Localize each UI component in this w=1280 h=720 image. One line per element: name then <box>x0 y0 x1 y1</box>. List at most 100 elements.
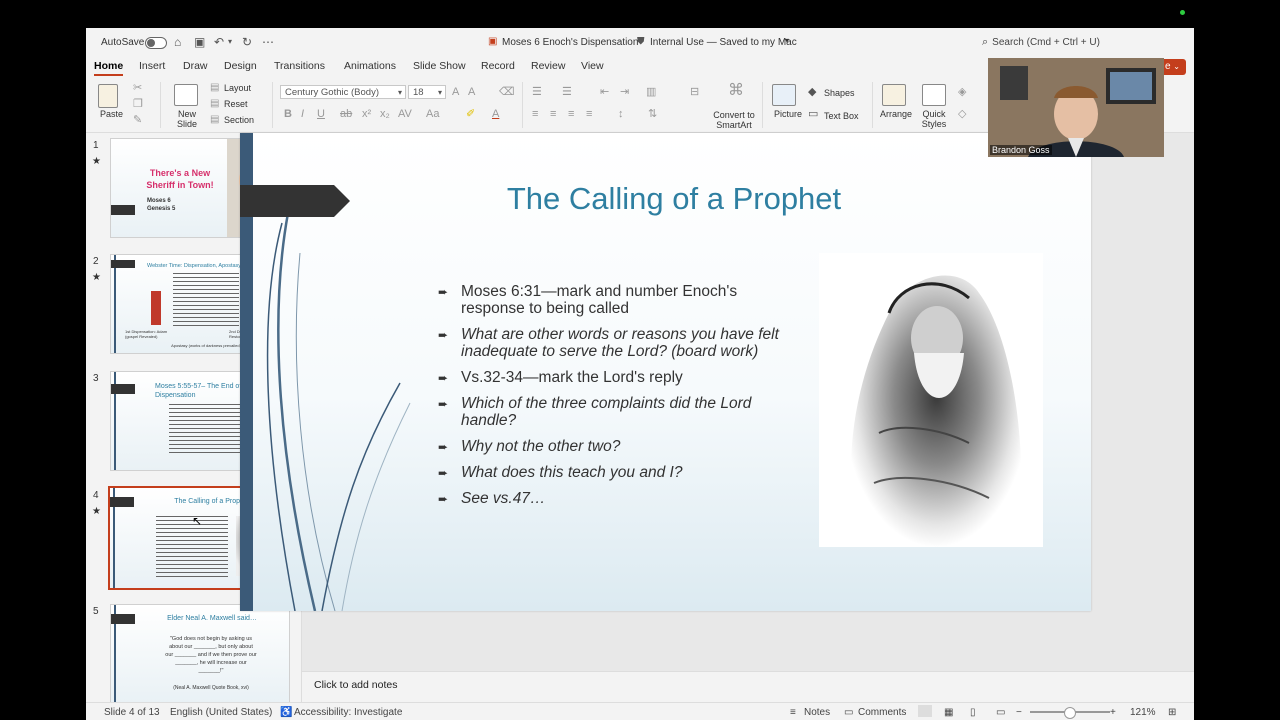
underline-icon[interactable]: U <box>317 108 325 120</box>
superscript-icon[interactable]: x² <box>362 108 371 120</box>
thumbnail-quote-source: (Neal A. Maxwell Quote Book, xvi) <box>173 685 249 691</box>
arrow-bullet-icon: ➨ <box>438 371 449 385</box>
autosave-toggle[interactable] <box>145 37 167 49</box>
convert-smartart-label[interactable]: Convert to SmartArt <box>712 110 756 130</box>
tab-review[interactable]: Review <box>531 60 565 72</box>
align-center-icon[interactable]: ≡ <box>550 108 556 120</box>
notes-button[interactable]: Notes <box>804 707 830 718</box>
chevron-down-icon[interactable]: ▾ <box>785 36 789 45</box>
copy-icon[interactable]: ❐ <box>133 98 143 110</box>
increase-indent-icon[interactable]: ⇥ <box>620 86 629 98</box>
language-status[interactable]: English (United States) <box>170 707 272 718</box>
search-input[interactable]: ⌕ Search (Cmd + Ctrl + U) <box>982 34 1182 50</box>
tab-insert[interactable]: Insert <box>139 60 165 72</box>
shape-fill-icon[interactable]: ◈ <box>958 86 966 98</box>
picture-icon[interactable] <box>772 84 796 106</box>
home-icon[interactable]: ⌂ <box>174 35 181 49</box>
zoom-slider-thumb[interactable] <box>1064 707 1076 719</box>
slide-bullet-list[interactable]: ➨ Moses 6:31—mark and number Enoch's resp… <box>438 283 788 516</box>
change-case-icon[interactable]: Aa <box>426 108 439 120</box>
comments-button[interactable]: Comments <box>858 707 906 718</box>
align-text-icon[interactable]: ⊟ <box>690 86 699 98</box>
reading-view-icon[interactable]: ▯ <box>970 707 976 718</box>
italic-icon[interactable]: I <box>301 108 304 120</box>
line-spacing-icon[interactable]: ↕ <box>618 108 624 120</box>
highlight-icon[interactable]: ✐ <box>466 108 475 120</box>
section-button[interactable]: Section <box>224 115 254 125</box>
zoom-level[interactable]: 121% <box>1130 707 1156 718</box>
decrease-font-icon[interactable]: A <box>468 86 475 98</box>
save-icon[interactable]: ▣ <box>194 35 205 49</box>
numbering-icon[interactable]: ☰ <box>562 86 572 98</box>
new-slide-icon[interactable] <box>174 84 198 106</box>
comments-icon: ▭ <box>844 707 854 718</box>
picture-label: Picture <box>774 109 803 119</box>
tab-animations[interactable]: Animations <box>344 60 396 72</box>
reset-button[interactable]: Reset <box>224 99 248 109</box>
font-name-select[interactable]: Century Gothic (Body) <box>280 85 406 100</box>
tab-record[interactable]: Record <box>481 60 515 72</box>
bullet-text: Which of the three complaints did the Lo… <box>461 395 752 429</box>
slide-thumbnail-5[interactable]: Elder Neal A. Maxwell said… "God does no… <box>110 604 290 703</box>
increase-font-icon[interactable]: A <box>452 86 459 98</box>
tab-draw[interactable]: Draw <box>183 60 208 72</box>
zoom-out-icon[interactable]: − <box>1016 707 1022 718</box>
shapes-button[interactable]: Shapes <box>824 88 855 98</box>
clear-format-icon[interactable]: ⌫ <box>499 86 515 98</box>
slideshow-icon[interactable]: ▭ <box>996 707 1005 718</box>
zoom-in-icon[interactable]: + <box>1110 707 1116 718</box>
divider <box>872 82 873 128</box>
bullet-item: ➨ Vs.32-34—mark the Lord's reply <box>438 369 788 386</box>
shape-outline-icon[interactable]: ◇ <box>958 108 966 120</box>
font-color-icon[interactable]: A <box>492 108 499 120</box>
slide-canvas[interactable]: The Calling of a Prophet ➨ Moses 6:31—mar… <box>240 133 1091 611</box>
smartart-icon[interactable]: ⌘ <box>728 82 744 100</box>
more-icon[interactable]: ⋯ <box>262 35 274 49</box>
sensitivity-label[interactable]: Internal Use — Saved to my Mac <box>650 37 797 48</box>
slide-sorter-icon[interactable]: ▦ <box>944 707 953 718</box>
undo-dropdown-icon[interactable]: ▾ <box>228 35 232 49</box>
strikethrough-icon[interactable]: ab <box>340 108 352 120</box>
tab-design[interactable]: Design <box>224 60 257 72</box>
presenter-name: Brandon Goss <box>990 145 1052 155</box>
font-size-select[interactable]: 18 <box>408 85 446 100</box>
character-spacing-icon[interactable]: AV <box>398 108 412 120</box>
decrease-indent-icon[interactable]: ⇤ <box>600 86 609 98</box>
justify-icon[interactable]: ≡ <box>586 108 592 120</box>
slide-tag-shape <box>240 185 350 217</box>
notes-pane[interactable]: Click to add notes <box>302 671 1194 702</box>
bullet-text: Vs.32-34—mark the Lord's reply <box>461 369 683 386</box>
share-label: e <box>1164 61 1171 72</box>
prophet-sketch-image[interactable] <box>819 253 1043 547</box>
arrow-bullet-icon: ➨ <box>438 397 449 411</box>
normal-view-icon[interactable] <box>918 705 932 717</box>
tab-home[interactable]: Home <box>94 60 124 76</box>
arrange-icon[interactable] <box>882 84 906 106</box>
text-direction-icon[interactable]: ⇅ <box>648 108 657 120</box>
align-left-icon[interactable]: ≡ <box>532 108 538 120</box>
undo-icon[interactable]: ↶ <box>214 35 224 49</box>
align-right-icon[interactable]: ≡ <box>568 108 574 120</box>
accessibility-status[interactable]: Accessibility: Investigate <box>294 707 402 718</box>
columns-icon[interactable]: ▥ <box>646 86 656 98</box>
thumbnail-tag <box>111 205 135 215</box>
text-box-button[interactable]: Text Box <box>824 111 859 121</box>
accessibility-icon: ♿ <box>280 707 293 718</box>
bold-icon[interactable]: B <box>284 108 292 120</box>
status-bar: Slide 4 of 13 English (United States) ♿ … <box>86 702 1194 720</box>
redo-icon[interactable]: ↻ <box>242 35 252 49</box>
tab-view[interactable]: View <box>581 60 604 72</box>
quick-styles-icon[interactable] <box>922 84 946 106</box>
paste-label: Paste <box>100 109 124 119</box>
format-painter-icon[interactable]: ✎ <box>133 114 142 126</box>
layout-button[interactable]: Layout <box>224 83 251 93</box>
tab-slide-show[interactable]: Slide Show <box>413 60 466 72</box>
slide-title[interactable]: The Calling of a Prophet <box>400 181 948 217</box>
paste-icon[interactable] <box>98 84 118 108</box>
subscript-icon[interactable]: x₂ <box>380 108 390 120</box>
thumbnail-title: There's a New Sheriff in Town! <box>146 168 214 190</box>
cut-icon[interactable]: ✂ <box>133 82 142 94</box>
fit-slide-icon[interactable]: ⊞ <box>1168 707 1176 718</box>
tab-transitions[interactable]: Transitions <box>274 60 325 72</box>
bullets-icon[interactable]: ☰ <box>532 86 542 98</box>
